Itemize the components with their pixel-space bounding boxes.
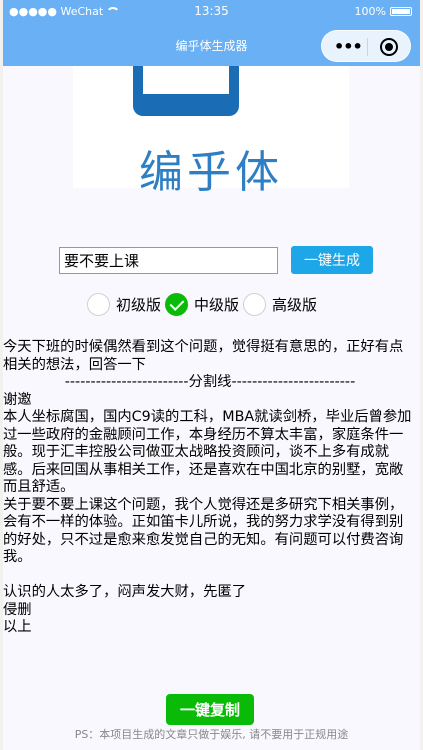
radio-label: 初级版 xyxy=(116,295,162,314)
logo-text: 编乎体 xyxy=(139,147,283,198)
mini-program-capsule: ••• xyxy=(321,30,411,62)
article-delete-note: 侵删 xyxy=(3,601,32,618)
copy-button[interactable]: 一键复制 xyxy=(166,694,254,725)
article-end: 以上 xyxy=(3,619,32,635)
app-frame: ●●●●● WeChat 13:35 100% 编乎体生成器 ••• 编乎体 一… xyxy=(3,0,420,750)
article-spacer xyxy=(3,567,417,585)
article-divider: ------------------------分割线-------------… xyxy=(64,374,356,390)
radio-advanced[interactable]: 高级版 xyxy=(243,292,318,316)
topic-input[interactable] xyxy=(59,247,278,274)
article-thanks: 谢邀 xyxy=(3,391,32,408)
capsule-divider xyxy=(367,38,368,56)
more-icon[interactable]: ••• xyxy=(334,37,363,56)
close-target-icon[interactable] xyxy=(380,38,398,56)
radio-circle-icon[interactable] xyxy=(243,292,267,316)
article-body-2: 关于要不要上课这个问题，我个人觉得还是多研究下相关事例，会有不一样的体验。正如笛… xyxy=(3,496,404,566)
status-bar: ●●●●● WeChat 13:35 100% xyxy=(3,0,420,22)
article-intro: 今天下班的时候偶然看到这个问题，觉得挺有意思的，正好有点相关的想法，回答一下 xyxy=(3,339,404,373)
battery-group: 100% xyxy=(355,5,412,18)
generate-button[interactable]: 一键生成 xyxy=(291,246,373,274)
top-bar: ●●●●● WeChat 13:35 100% 编乎体生成器 ••• xyxy=(3,0,420,66)
article-closing: 认识的人太多了，闷声发大财，先匿了 xyxy=(3,584,247,600)
radio-label: 高级版 xyxy=(272,295,318,314)
radio-beginner[interactable]: 初级版 xyxy=(87,292,162,316)
disclaimer: PS：本项目生成的文章只做于娱乐, 请不要用于正规用途 xyxy=(74,728,349,741)
phone-icon xyxy=(133,66,239,116)
level-radio-group: 初级版 中级版 高级版 xyxy=(87,291,321,317)
generated-article: 今天下班的时候偶然看到这个问题，觉得挺有意思的，正好有点相关的想法，回答一下 -… xyxy=(3,339,417,637)
battery-percent: 100% xyxy=(354,5,386,18)
radio-circle-icon[interactable] xyxy=(87,292,110,316)
logo-image: 编乎体 xyxy=(73,66,349,198)
battery-icon xyxy=(390,7,412,16)
article-body-1: 本人坐标腐国，国内C9读的工科，MBA就读剑桥，毕业后曾参加过一些政府的金融顾问… xyxy=(3,409,412,495)
radio-checked-icon[interactable] xyxy=(165,292,189,316)
radio-intermediate[interactable]: 中级版 xyxy=(165,292,240,316)
radio-label: 中级版 xyxy=(194,295,240,314)
